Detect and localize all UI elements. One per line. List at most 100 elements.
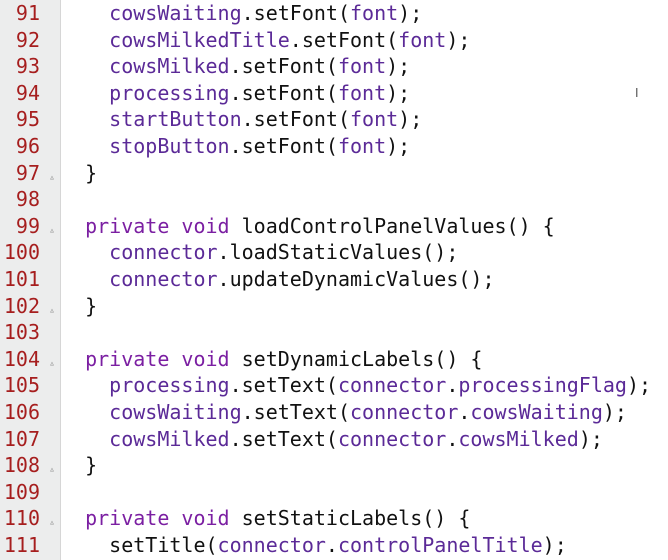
code-token: private void xyxy=(85,346,242,371)
line-number: 94 xyxy=(15,80,40,105)
fold-marker-icon[interactable]: ▵ xyxy=(47,358,57,370)
code-line: 98 xyxy=(0,186,668,213)
code-text: } xyxy=(61,452,97,479)
code-token: ); xyxy=(386,80,411,105)
line-number: 96 xyxy=(15,134,40,158)
text-cursor-icon: I xyxy=(635,86,639,100)
code-text: private void loadControlPanelValues() { xyxy=(61,213,555,240)
code-token: . xyxy=(458,400,471,424)
code-line: 111 setTitle(connector.controlPanelTitle… xyxy=(0,532,668,559)
code-line: 94 processing.setFont(font); xyxy=(0,80,668,107)
line-number: 92 xyxy=(15,27,40,52)
code-token: ); xyxy=(386,54,411,79)
code-token: } xyxy=(85,293,98,318)
code-token: connector xyxy=(337,373,447,398)
code-text: } xyxy=(61,293,97,320)
code-text: cowsWaiting.setText(connector.cowsWaitin… xyxy=(61,399,627,426)
code-line: 100 connector.loadStaticValues(); xyxy=(0,239,668,266)
code-token: font xyxy=(350,107,399,132)
line-number: 105 xyxy=(3,373,40,398)
code-token: ); xyxy=(398,107,423,132)
code-line: 106 cowsWaiting.setText(connector.cowsWa… xyxy=(0,399,668,426)
line-number: 91 xyxy=(15,1,40,25)
fold-marker-icon[interactable]: ▵ xyxy=(47,172,57,184)
code-token: setStaticLabels() { xyxy=(241,506,471,531)
code-text: startButton.setFont(font); xyxy=(61,106,422,133)
line-number: 95 xyxy=(15,107,40,132)
code-token: font xyxy=(337,54,387,79)
code-line: 99 ▵ private void loadControlPanelValues(… xyxy=(0,213,668,240)
line-number: 98 xyxy=(15,187,40,212)
code-text: stopButton.setFont(font); xyxy=(61,133,410,160)
code-token: .setFont( xyxy=(241,1,350,25)
fold-marker-icon[interactable]: ▵ xyxy=(47,305,57,317)
code-line: 104 ▵ private void setDynamicLabels() { xyxy=(0,346,668,373)
line-number: 93 xyxy=(15,54,40,79)
code-token: cowsWaiting xyxy=(470,400,603,424)
code-token: ); xyxy=(626,373,652,398)
code-token: ); xyxy=(386,134,411,158)
code-text: private void setStaticLabels() { xyxy=(61,505,470,532)
code-token: startButton xyxy=(109,107,242,132)
code-line: 101 connector.updateDynamicValues(); xyxy=(0,266,668,293)
code-line: 102 ▵ } xyxy=(0,293,668,320)
code-token: . xyxy=(325,533,338,557)
code-token: private void xyxy=(85,506,242,531)
code-token: stopButton xyxy=(109,134,230,158)
code-token: controlPanelTitle xyxy=(337,533,543,557)
line-number: 108 xyxy=(3,453,40,478)
code-token: } xyxy=(85,160,98,185)
fold-marker-icon[interactable]: ▵ xyxy=(47,225,57,237)
line-number: 106 xyxy=(3,400,40,424)
line-number: 109 xyxy=(3,479,40,504)
code-token: .setText( xyxy=(229,426,338,451)
line-number: 100 xyxy=(3,240,40,265)
line-number: 111 xyxy=(3,533,40,557)
fold-marker-icon[interactable]: ▵ xyxy=(47,464,57,476)
fold-marker-icon[interactable]: ▵ xyxy=(47,517,57,529)
code-text: cowsWaiting.setFont(font); xyxy=(61,0,422,27)
code-token: .setText( xyxy=(241,400,350,424)
code-line: 105 processing.setText(connector.process… xyxy=(0,372,668,399)
code-token: ); xyxy=(602,400,627,424)
code-line: 107 cowsMilked.setText(connector.cowsMil… xyxy=(0,426,668,453)
code-token: font xyxy=(398,27,447,52)
code-token: .updateDynamicValues(); xyxy=(217,267,495,291)
code-token: ); xyxy=(446,27,471,52)
code-token: cowsMilked xyxy=(458,426,579,451)
code-token: cowsMilked xyxy=(109,54,230,79)
code-line: 92 cowsMilkedTitle.setFont(font); xyxy=(0,27,668,54)
code-token: .setFont( xyxy=(289,27,399,52)
code-text: connector.loadStaticValues(); xyxy=(61,239,458,266)
code-token: cowsMilkedTitle xyxy=(109,27,290,52)
code-line: 108 ▵ } xyxy=(0,452,668,479)
line-number: 110 xyxy=(3,506,40,531)
code-text: connector.updateDynamicValues(); xyxy=(61,266,495,293)
line-number: 101 xyxy=(3,267,40,291)
code-token: .setText( xyxy=(229,373,338,398)
code-token: cowsWaiting xyxy=(109,1,242,25)
code-token: connector xyxy=(337,426,447,451)
code-token: . xyxy=(446,373,459,398)
code-text: processing.setText(connector.processingF… xyxy=(61,372,651,399)
code-token: font xyxy=(337,134,387,158)
code-line: 103 xyxy=(0,319,668,346)
code-line: 110 ▵ private void setStaticLabels() { xyxy=(0,505,668,532)
code-token: setTitle( xyxy=(109,533,218,557)
code-token: ); xyxy=(578,426,603,451)
code-token: cowsWaiting xyxy=(109,400,242,424)
line-number: 103 xyxy=(3,320,40,345)
code-line: 97 ▵ } xyxy=(0,160,668,187)
code-line: 95 startButton.setFont(font); xyxy=(0,106,668,133)
code-token: font xyxy=(350,1,399,25)
line-number: 99 xyxy=(15,213,40,238)
code-token: setDynamicLabels() { xyxy=(241,346,483,371)
code-token: connector xyxy=(109,267,218,291)
code-line: 109 xyxy=(0,479,668,506)
code-token: connector xyxy=(217,533,326,557)
code-token: processingFlag xyxy=(458,373,627,398)
code-text: } xyxy=(61,160,97,187)
code-line: 91 cowsWaiting.setFont(font); xyxy=(0,0,668,27)
code-text: processing.setFont(font); xyxy=(61,80,410,107)
code-text: cowsMilked.setFont(font); xyxy=(61,53,410,80)
